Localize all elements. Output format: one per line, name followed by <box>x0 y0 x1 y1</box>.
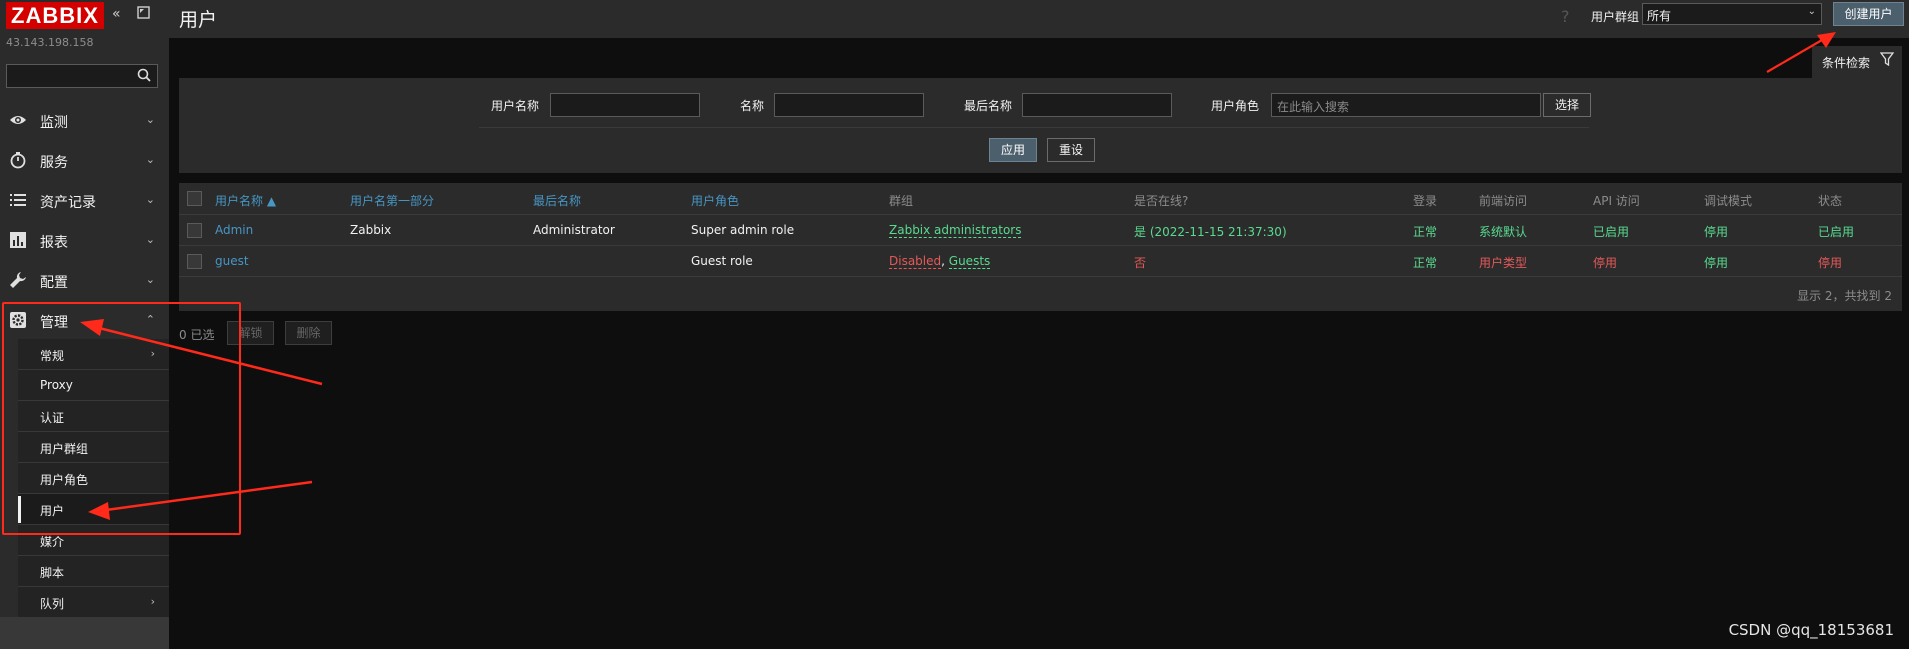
arrow-to-create-user-button <box>1766 32 1836 73</box>
arrow-to-admin-menu <box>80 319 323 386</box>
annotation-arrows <box>80 32 1836 520</box>
arrow-to-users-submenu <box>88 480 313 520</box>
